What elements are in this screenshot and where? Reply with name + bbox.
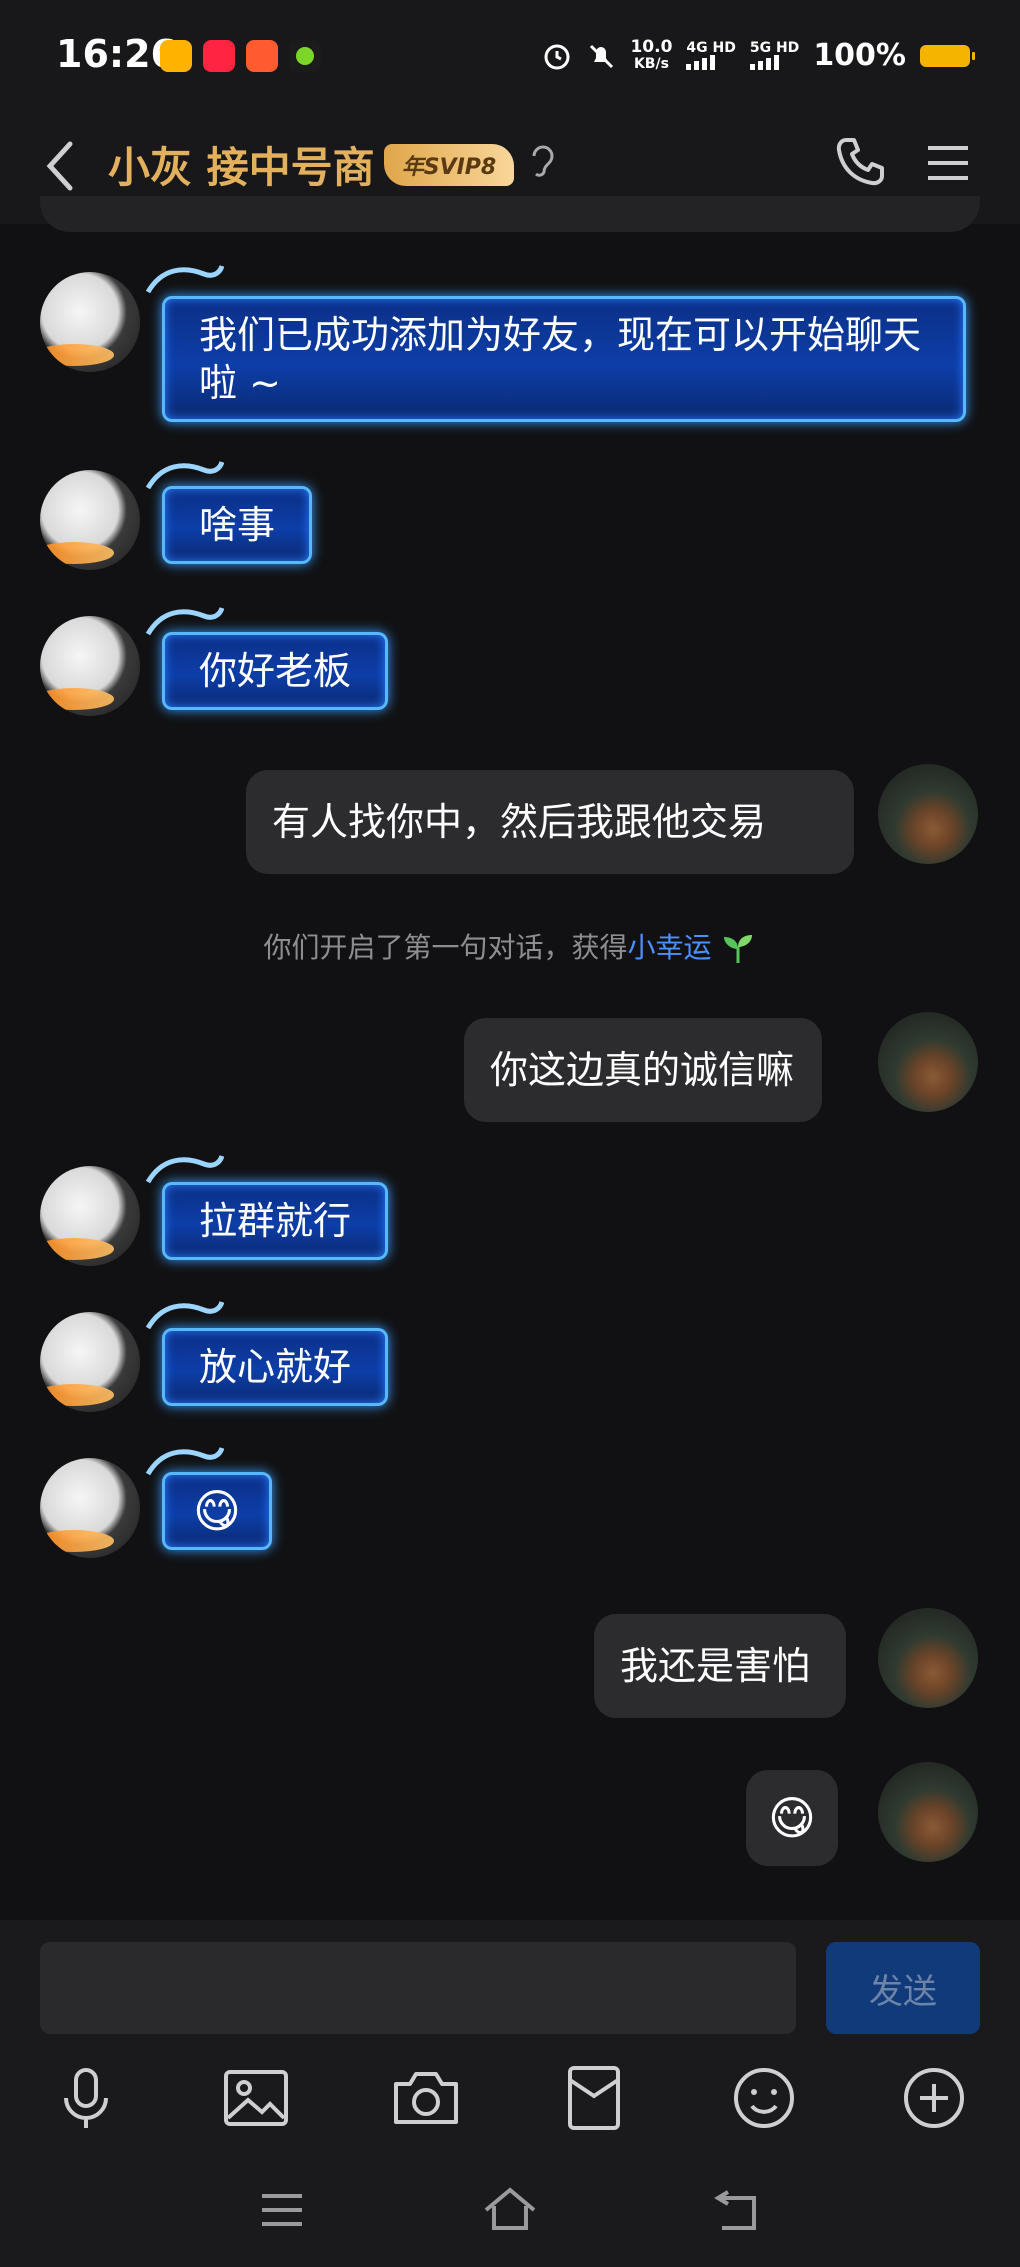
plus-icon[interactable] [896,2060,972,2136]
my-avatar[interactable] [878,1608,978,1708]
emoji-message: 😋 [193,1484,241,1538]
system-notice: 你们开启了第一句对话，获得小幸运 [0,926,1020,966]
dragon-ornament-icon [145,607,224,636]
outgoing-message-bubble[interactable]: 你这边真的诚信嘛 [464,1018,822,1122]
alarm-icon [544,44,570,69]
message-text: 有人找你中，然后我跟他交易 [272,800,767,844]
contact-avatar[interactable] [40,470,140,570]
incoming-message-bubble[interactable]: 拉群就行 [162,1182,389,1260]
signal-4g: 4G HD [686,41,736,70]
outgoing-message-bubble[interactable]: 我还是害怕 [594,1614,846,1718]
message-text: 拉群就行 [199,1199,352,1243]
contact-avatar[interactable] [40,1312,140,1412]
mute-bell-icon [590,44,614,68]
message-text: 你这边真的诚信嘛 [490,1048,795,1092]
status-right: 10.0 KB/s 4G HD 5G HD 100% [542,36,975,73]
my-avatar[interactable] [878,764,978,864]
message-input[interactable] [40,1942,796,2034]
vip-badge: 年SVIP8 [384,144,514,186]
message-text: 我还是害怕 [620,1644,811,1688]
network-speed: 10.0 KB/s [630,36,673,72]
phone-call-icon[interactable] [832,134,888,190]
image-icon[interactable] [218,2060,294,2136]
status-bar: 16:26 10.0 KB/s 4G HD 5G HD 100% [0,0,1020,112]
nav-home-icon[interactable] [480,2180,540,2240]
incoming-message-bubble[interactable]: 我们已成功添加为好友，现在可以开始聊天啦 ~ [162,296,966,422]
contact-avatar[interactable] [40,616,140,716]
lucky-link[interactable]: 小幸运 [628,931,712,964]
sprout-icon [724,935,753,963]
weibo-app-icon [160,40,192,72]
back-arrow-icon[interactable] [36,136,86,196]
message-text: 啥事 [199,503,276,547]
nav-back-icon[interactable] [708,2180,768,2240]
nav-menu-icon[interactable] [252,2180,312,2240]
camera-icon[interactable] [388,2060,464,2136]
emoji-message: 😋 [768,1791,816,1845]
message-text: 我们已成功添加为好友，现在可以开始聊天啦 ~ [199,313,922,405]
contact-avatar[interactable] [40,1166,140,1266]
previous-message-edge [40,196,980,232]
dragon-ornament-icon [145,461,224,490]
outgoing-message-bubble[interactable]: 有人找你中，然后我跟他交易 [246,770,854,874]
dragon-ornament-icon [145,265,224,294]
dragon-ornament-icon [145,1447,224,1476]
message-text: 你好老板 [199,649,352,693]
xiaohongshu-app-icon [203,40,235,72]
mic-icon[interactable] [48,2060,124,2136]
dragon-ornament-icon [145,1301,224,1330]
emoji-icon[interactable] [726,2060,802,2136]
ear-icon[interactable] [528,140,558,184]
dragon-ornament-icon [145,1155,224,1184]
red-packet-icon[interactable] [556,2060,632,2136]
shopping-app-icon [246,40,278,72]
contact-avatar[interactable] [40,272,140,372]
outgoing-emoji-bubble[interactable]: 😋 [746,1770,838,1866]
incoming-message-bubble[interactable]: 放心就好 [162,1328,389,1406]
status-time: 16:26 [56,32,177,76]
composer: 发送 [0,1920,1020,2267]
chat-title[interactable]: 小灰 接中号商 [108,134,375,195]
menu-icon[interactable] [924,142,972,184]
send-button[interactable]: 发送 [826,1942,980,2034]
signal-5g: 5G HD [749,41,799,70]
battery-icon [920,44,975,67]
green-dot-app-icon [289,40,321,72]
contact-avatar[interactable] [40,1458,140,1558]
battery-percent: 100% [813,38,906,73]
my-avatar[interactable] [878,1762,978,1862]
message-text: 放心就好 [199,1345,352,1389]
my-avatar[interactable] [878,1012,978,1112]
